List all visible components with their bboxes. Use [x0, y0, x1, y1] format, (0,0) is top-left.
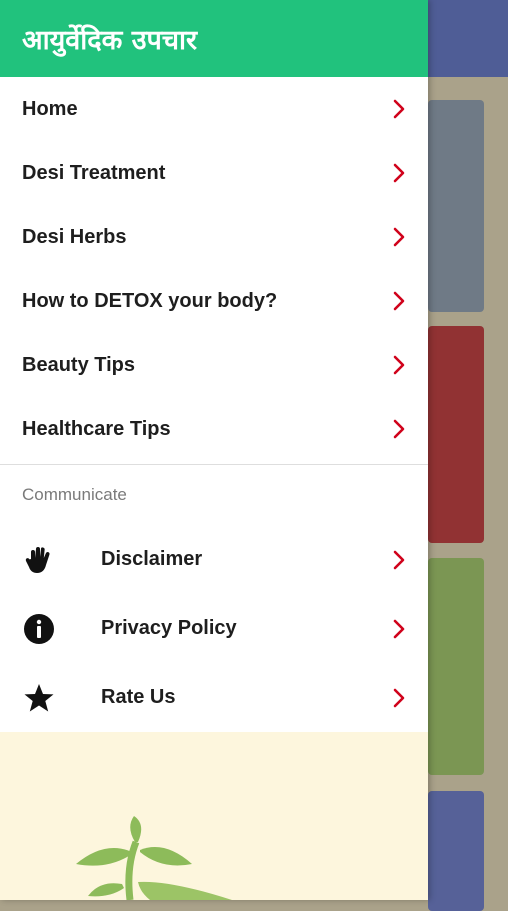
- chevron-right-icon: [393, 355, 405, 375]
- menu-item-label: How to DETOX your body?: [22, 289, 278, 312]
- drawer-header: आयुर्वेदिक उपचार: [0, 0, 428, 77]
- menu-item-label: Desi Treatment: [22, 161, 166, 184]
- category-card[interactable]: [428, 100, 484, 312]
- menu-item-label: Healthcare Tips: [22, 417, 171, 440]
- star-icon: [22, 681, 56, 715]
- menu-item-home[interactable]: Home: [0, 77, 428, 141]
- info-icon: [22, 612, 56, 646]
- menu-item-healthcare-tips[interactable]: Healthcare Tips: [0, 397, 428, 461]
- menu-item-label: Disclaimer: [101, 548, 203, 570]
- category-card[interactable]: [428, 326, 484, 543]
- drawer-title: आयुर्वेदिक उपचार: [22, 25, 198, 56]
- category-card[interactable]: [428, 558, 484, 775]
- chevron-right-icon: [393, 99, 405, 119]
- menu-item-desi-herbs[interactable]: Desi Herbs: [0, 205, 428, 269]
- menu-item-label: Home: [22, 97, 78, 120]
- menu-item-rate-us[interactable]: Rate Us: [0, 663, 428, 732]
- menu-item-detox[interactable]: How to DETOX your body?: [0, 269, 428, 333]
- drawer-footer-illustration: [0, 732, 428, 900]
- chevron-right-icon: [393, 688, 405, 707]
- chevron-right-icon: [393, 550, 405, 569]
- section-label-communicate: Communicate: [22, 485, 127, 504]
- category-card[interactable]: [428, 791, 484, 911]
- herb-leaf-illustration: [76, 816, 232, 900]
- menu-item-privacy-policy[interactable]: Privacy Policy: [0, 594, 428, 663]
- hand-icon: [22, 543, 56, 577]
- chevron-right-icon: [393, 619, 405, 638]
- menu-item-disclaimer[interactable]: Disclaimer: [0, 525, 428, 594]
- menu-item-label: Privacy Policy: [101, 617, 237, 639]
- navigation-drawer: आयुर्वेदिक उपचार Home Desi Treatment Des…: [0, 0, 428, 900]
- chevron-right-icon: [393, 291, 405, 311]
- menu-item-beauty-tips[interactable]: Beauty Tips: [0, 333, 428, 397]
- chevron-right-icon: [393, 419, 405, 439]
- menu-item-label: Desi Herbs: [22, 225, 127, 248]
- chevron-right-icon: [393, 227, 405, 247]
- menu-item-desi-treatment[interactable]: Desi Treatment: [0, 141, 428, 205]
- chevron-right-icon: [393, 163, 405, 183]
- menu-item-label: Beauty Tips: [22, 353, 135, 376]
- menu-item-label: Rate Us: [101, 686, 176, 708]
